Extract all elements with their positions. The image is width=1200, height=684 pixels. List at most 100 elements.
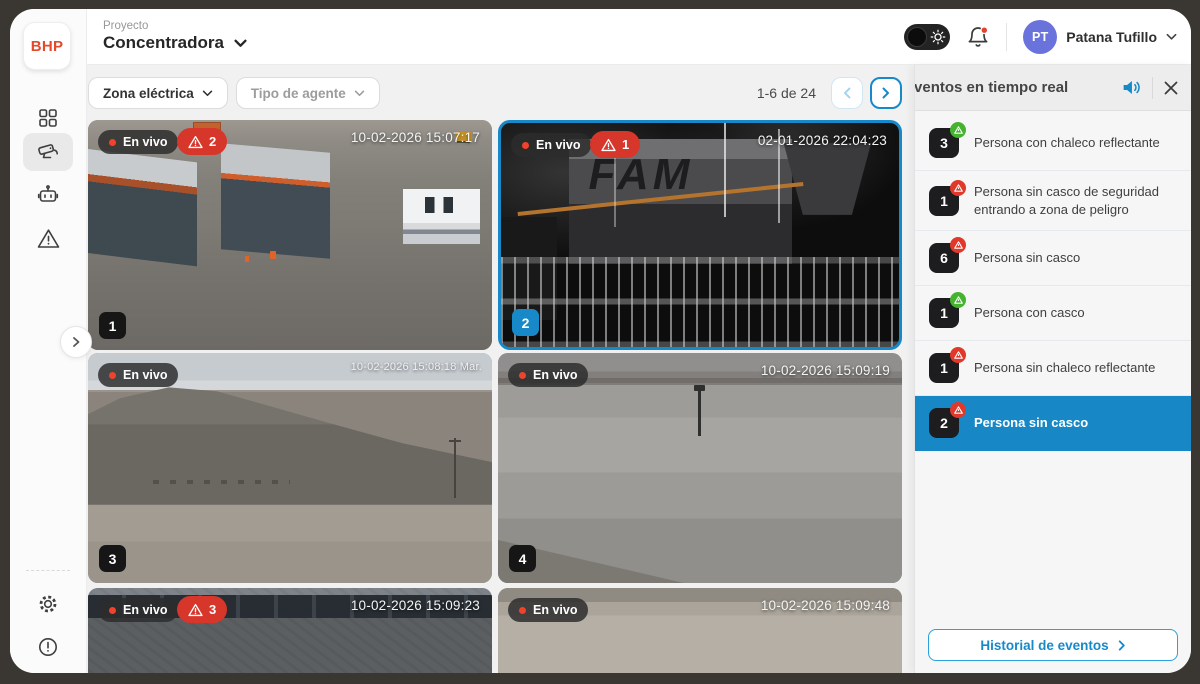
chevron-down-icon <box>202 90 213 97</box>
close-panel-button[interactable] <box>1163 80 1179 96</box>
avatar: PT <box>1023 20 1057 54</box>
project-selector[interactable]: Proyecto Concentradora <box>103 20 247 53</box>
scene-shape <box>454 438 456 498</box>
sidebar-item-alerts[interactable] <box>10 219 86 257</box>
live-dot <box>109 372 116 379</box>
live-label: En vivo <box>123 368 167 382</box>
device-frame: Proyecto Concentradora <box>0 0 1200 684</box>
event-count-badge: 2 <box>929 408 959 438</box>
event-count: 3 <box>940 135 948 151</box>
scene-shape <box>270 251 276 259</box>
event-label: Persona sin casco de seguridad entrando … <box>974 183 1177 218</box>
event-count-badge: 1 <box>929 298 959 328</box>
scene-shape <box>698 388 701 436</box>
event-label: Persona con chaleco reflectante <box>974 134 1160 152</box>
event-status-ok-icon <box>950 292 966 308</box>
live-label: En vivo <box>533 368 577 382</box>
camera-timestamp: 02-01-2026 22:04:23 <box>758 133 887 148</box>
agent-type-filter-dropdown[interactable]: Tipo de agente <box>236 77 380 109</box>
user-menu[interactable]: PT Patana Tufillo <box>1023 20 1177 54</box>
warning-triangle-icon <box>37 228 60 249</box>
event-row[interactable]: 6 Persona sin casco <box>915 231 1191 286</box>
event-count: 1 <box>940 193 948 209</box>
zone-filter-dropdown[interactable]: Zona eléctrica <box>88 77 228 109</box>
live-label: En vivo <box>536 138 580 152</box>
event-row-selected[interactable]: 2 Persona sin casco <box>915 396 1191 451</box>
settings-gear-icon <box>37 593 59 615</box>
topbar-divider <box>1006 23 1007 51</box>
event-history-button[interactable]: Historial de eventos <box>928 629 1178 661</box>
scene-shape <box>501 257 899 347</box>
scene-shape <box>724 123 726 217</box>
theme-toggle[interactable] <box>904 24 950 50</box>
live-label: En vivo <box>123 135 167 149</box>
camera-number-badge: 1 <box>99 312 126 339</box>
camera-number-badge: 4 <box>509 545 536 572</box>
sidebar-item-settings[interactable] <box>10 585 86 623</box>
sidebar-item-dashboard[interactable] <box>10 99 86 137</box>
sidebar-item-robots[interactable] <box>10 176 86 214</box>
notifications-bell-icon[interactable] <box>966 25 990 49</box>
toggle-knob <box>907 27 927 47</box>
camera-timestamp: 10-02-2026 15:07:17 <box>351 130 480 145</box>
camera-tile[interactable]: En vivo 10-02-2026 15:08:18 Mar. 3 <box>88 353 492 583</box>
sound-toggle-button[interactable] <box>1121 77 1142 98</box>
event-row[interactable]: 1 Persona con casco <box>915 286 1191 341</box>
event-row[interactable]: 3 Persona con chaleco reflectante <box>915 110 1191 171</box>
camera-feed <box>88 353 492 583</box>
chevron-right-icon <box>881 87 891 99</box>
warning-triangle-icon <box>188 603 203 617</box>
event-row[interactable]: 1 Persona sin chaleco reflectante <box>915 341 1191 396</box>
live-label: En vivo <box>123 603 167 617</box>
sidebar-divider <box>26 570 70 571</box>
camera-tile[interactable]: En vivo 2 10-02-2026 15:07:17 1 <box>88 120 492 350</box>
live-badge: En vivo <box>508 363 588 387</box>
event-status-ok-icon <box>950 122 966 138</box>
camera-tile[interactable]: En vivo 10-02-2026 15:09:48 6 <box>498 588 902 673</box>
sidebar-expand-button[interactable] <box>60 326 92 358</box>
cctv-camera-icon <box>36 140 60 164</box>
event-status-alert-icon <box>950 237 966 253</box>
chevron-right-icon <box>1118 640 1126 651</box>
event-status-alert-icon <box>950 180 966 196</box>
warning-triangle-icon <box>188 135 203 149</box>
pagination-range: 1-6 de 24 <box>757 85 816 101</box>
bhp-logo: BHP <box>23 22 71 70</box>
prev-page-button[interactable] <box>831 77 863 109</box>
sidebar-item-help[interactable] <box>10 628 86 666</box>
zone-filter-label: Zona eléctrica <box>103 86 194 101</box>
camera-tile-selected[interactable]: FAM En vivo 1 02-01-2026 22:04:23 2 <box>498 120 902 350</box>
camera-feed <box>498 353 902 583</box>
camera-number-badge: 3 <box>99 545 126 572</box>
camera-tile[interactable]: En vivo 10-02-2026 15:09:19 4 <box>498 353 902 583</box>
next-page-button[interactable] <box>870 77 902 109</box>
event-row[interactable]: 1 Persona sin casco de seguridad entrand… <box>915 171 1191 231</box>
event-count: 2 <box>940 415 948 431</box>
project-name: Concentradora <box>103 33 224 53</box>
alert-count: 2 <box>209 134 216 149</box>
alert-count: 1 <box>622 137 629 152</box>
scene-shape <box>88 147 197 265</box>
camera-timestamp: 10-02-2026 15:09:48 <box>761 598 890 613</box>
app-window: Proyecto Concentradora <box>10 9 1191 673</box>
camera-timestamp: 10-02-2026 15:09:19 <box>761 363 890 378</box>
live-badge: En vivo <box>511 133 591 157</box>
dashboard-icon <box>37 107 59 129</box>
camera-tile[interactable]: En vivo 3 10-02-2026 15:09:23 5 <box>88 588 492 673</box>
event-label: Persona sin casco <box>974 249 1080 267</box>
bhp-logo-text: BHP <box>31 38 64 55</box>
live-dot <box>109 139 116 146</box>
help-icon <box>37 636 59 658</box>
live-badge: En vivo <box>98 598 178 622</box>
top-bar: Proyecto Concentradora <box>87 9 1191 65</box>
event-history-label: Historial de eventos <box>980 638 1108 653</box>
events-panel-header: Eventos en tiempo real <box>915 65 1191 111</box>
chevron-right-icon <box>70 336 82 348</box>
camera-timestamp: 10-02-2026 15:09:23 <box>351 598 480 613</box>
scene-shape <box>784 143 872 215</box>
live-label: En vivo <box>533 603 577 617</box>
event-label: Persona sin chaleco reflectante <box>974 359 1155 377</box>
sidebar-item-cameras[interactable] <box>10 133 86 171</box>
pagination: 1-6 de 24 <box>757 77 902 109</box>
event-count: 6 <box>940 250 948 266</box>
